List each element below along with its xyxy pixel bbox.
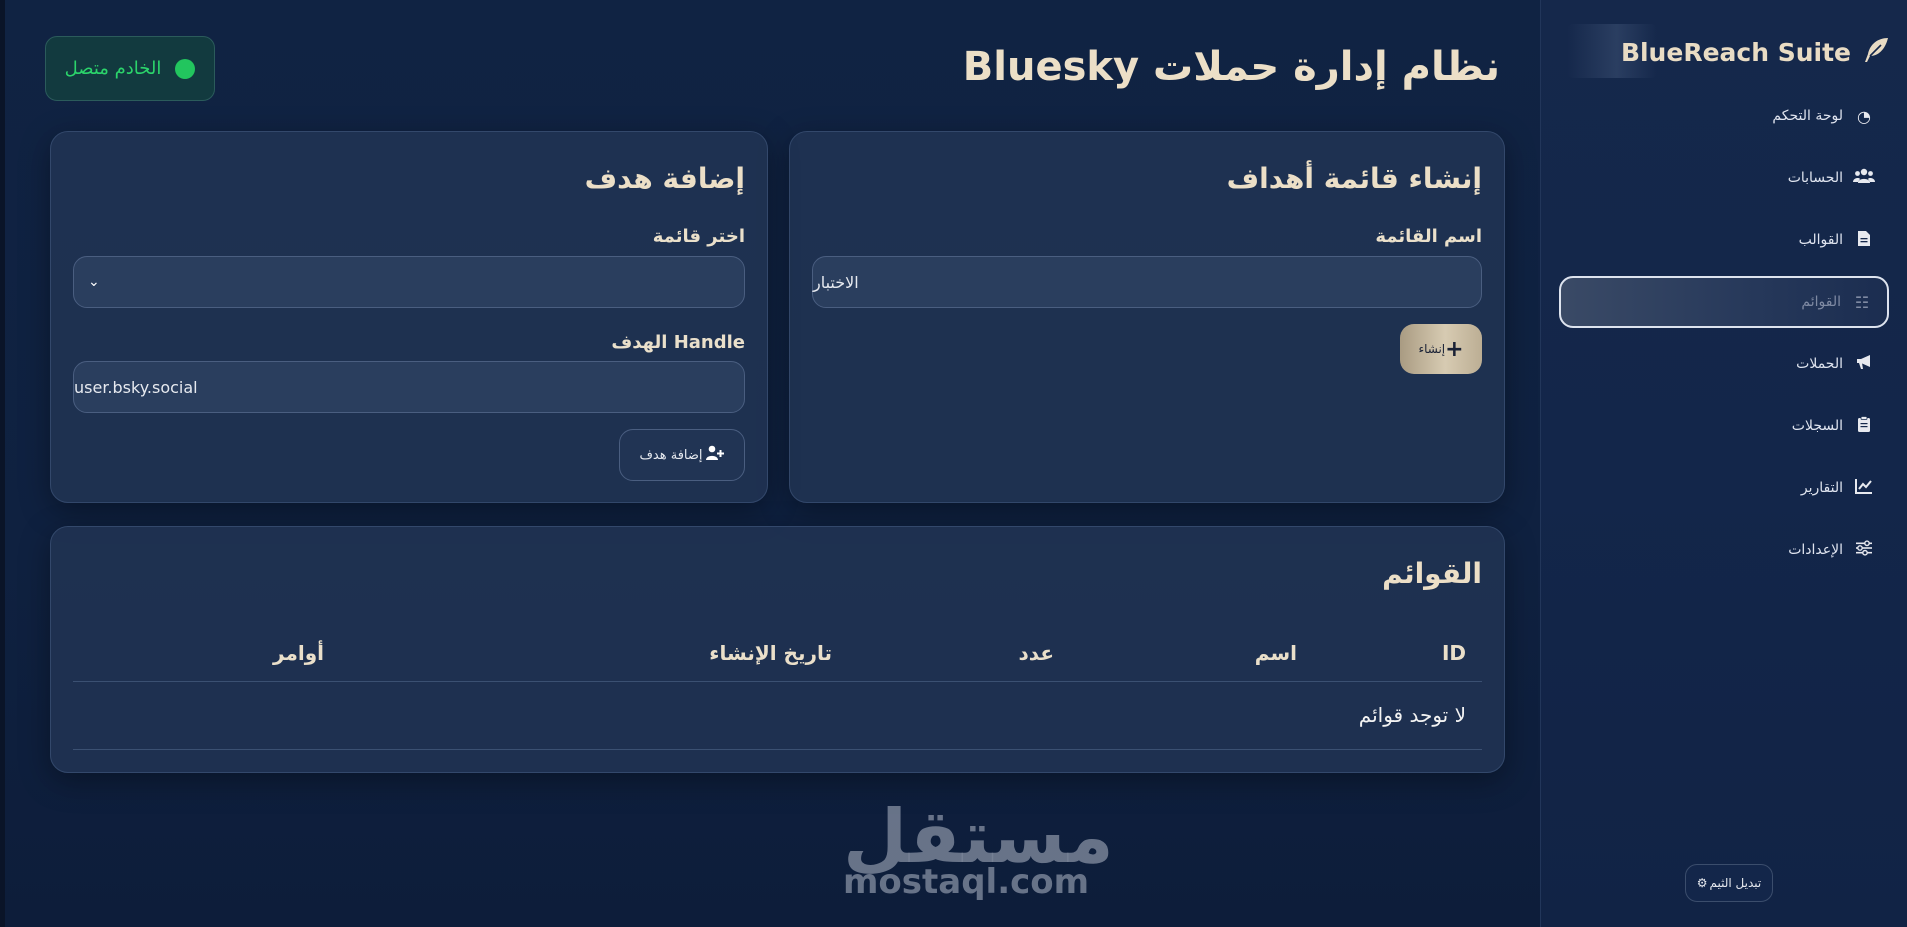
- sidebar-item-label: الحملات: [1796, 356, 1843, 372]
- list-check-icon: ☷: [1854, 292, 1870, 312]
- feather-icon: [1861, 35, 1891, 69]
- select-list-dropdown[interactable]: ⌄: [73, 256, 745, 308]
- sidebar-nav: لوحة التحكم ◔ الحسابات القوالب القوائم ☷…: [1559, 90, 1889, 586]
- sidebar-item-reports[interactable]: التقارير: [1559, 462, 1889, 514]
- table-bottom-divider: [73, 749, 1482, 750]
- sliders-icon: [1853, 540, 1875, 560]
- sidebar-item-label: السجلات: [1791, 418, 1843, 434]
- list-name-value: الاختبار: [813, 272, 859, 292]
- sidebar-item-settings[interactable]: الإعدادات: [1559, 524, 1889, 576]
- sidebar-item-campaigns[interactable]: الحملات: [1559, 338, 1889, 390]
- plus-icon: +: [1445, 336, 1464, 362]
- clipboard-icon: [1853, 415, 1875, 437]
- add-target-title: إضافة هدف: [584, 162, 745, 195]
- sidebar-item-logs[interactable]: السجلات: [1559, 400, 1889, 452]
- target-handle-value: user.bsky.social: [74, 377, 198, 397]
- sidebar-item-label: لوحة التحكم: [1772, 108, 1843, 124]
- page-title: نظام إدارة حملات Bluesky: [962, 44, 1500, 90]
- brand: BlueReach Suite: [1621, 32, 1891, 72]
- gear-icon: ⚙: [1696, 876, 1708, 890]
- dashboard-icon: ◔: [1857, 106, 1871, 126]
- sidebar-item-lists[interactable]: القوائم ☷: [1559, 276, 1889, 328]
- sidebar-item-label: الحسابات: [1787, 170, 1843, 186]
- add-target-card: إضافة هدف اختر قائمة ⌄ Handle الهدف user…: [50, 131, 768, 503]
- column-header-name: اسم: [1254, 641, 1297, 665]
- list-name-label: اسم القائمة: [1375, 226, 1482, 247]
- chevron-down-icon: ⌄: [88, 274, 100, 290]
- target-handle-input[interactable]: user.bsky.social: [73, 361, 745, 413]
- add-target-button[interactable]: إضافة هدف: [619, 429, 745, 481]
- column-header-id: ID: [1441, 641, 1466, 665]
- create-list-button[interactable]: + إنشاء: [1400, 324, 1482, 374]
- status-dot-icon: [175, 58, 196, 79]
- users-icon: [1853, 168, 1875, 188]
- sidebar-item-dashboard[interactable]: لوحة التحكم ◔: [1559, 90, 1889, 142]
- theme-toggle-button[interactable]: ⚙ تبديل الثيم: [1685, 864, 1773, 902]
- column-header-created-date: تاريخ الإنشاء: [709, 641, 832, 665]
- sidebar-item-label: التقارير: [1800, 480, 1843, 496]
- select-list-label: اختر قائمة: [652, 226, 745, 247]
- file-icon: [1853, 230, 1875, 251]
- sidebar-item-templates[interactable]: القوالب: [1559, 214, 1889, 266]
- sidebar-item-label: الإعدادات: [1788, 542, 1843, 558]
- column-header-actions: أوامر: [273, 641, 324, 665]
- list-name-input[interactable]: الاختبار: [812, 256, 1482, 308]
- create-list-title: إنشاء قائمة أهداف: [1226, 162, 1482, 195]
- sidebar: BlueReach Suite لوحة التحكم ◔ الحسابات ا…: [1540, 0, 1907, 927]
- target-handle-label: Handle الهدف: [611, 332, 745, 353]
- mostaql-watermark-logo: مستقل mostaql.com: [843, 794, 1114, 902]
- server-status-text: الخادم متصل: [64, 58, 162, 79]
- add-target-button-label: إضافة هدف: [639, 447, 703, 463]
- create-list-button-label: إنشاء: [1418, 342, 1446, 356]
- chart-line-icon: [1853, 478, 1875, 498]
- user-plus-icon: [705, 445, 725, 465]
- server-status-badge: الخادم متصل: [45, 36, 215, 101]
- sidebar-item-label: القوالب: [1798, 232, 1843, 248]
- theme-toggle-label: تبديل الثيم: [1709, 876, 1762, 890]
- sidebar-item-accounts[interactable]: الحسابات: [1559, 152, 1889, 204]
- table-header-divider: [73, 681, 1482, 682]
- empty-lists-message: لا توجد قوائم: [1358, 703, 1466, 727]
- create-list-card: إنشاء قائمة أهداف اسم القائمة الاختبار +…: [789, 131, 1505, 503]
- main-area: نظام إدارة حملات Bluesky الخادم متصل إنش…: [0, 0, 1540, 927]
- lists-title: القوائم: [1382, 557, 1482, 590]
- brand-title: BlueReach Suite: [1620, 37, 1851, 67]
- lists-card: القوائم ID اسم عدد تاريخ الإنشاء أوامر ل…: [50, 526, 1505, 773]
- megaphone-icon: [1853, 354, 1875, 374]
- sidebar-item-label: القوائم: [1801, 294, 1841, 310]
- column-header-count: عدد: [1018, 641, 1054, 665]
